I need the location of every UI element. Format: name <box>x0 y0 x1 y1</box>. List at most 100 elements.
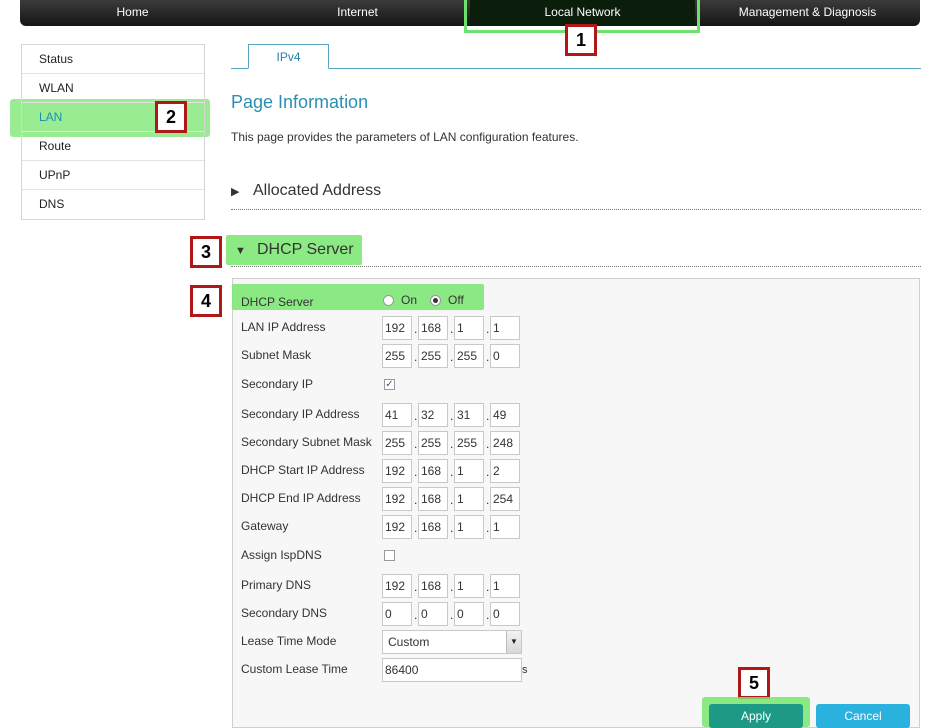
ip-octet-field[interactable]: 1 <box>454 487 484 511</box>
callout-4: 4 <box>190 285 222 317</box>
ip-octet-field[interactable]: 255 <box>454 431 484 455</box>
callout-3: 3 <box>190 236 222 268</box>
page-description: This page provides the parameters of LAN… <box>231 130 579 144</box>
callout-2: 2 <box>155 101 187 133</box>
lease-mode-label: Lease Time Mode <box>241 634 337 648</box>
ip-octet-field[interactable]: 0 <box>490 602 520 626</box>
ip-octet-field[interactable]: 2 <box>490 459 520 483</box>
primary-dns-row: Primary DNS 192. 168. 1. 1 <box>241 574 641 598</box>
ip-octet-field[interactable]: 168 <box>418 459 448 483</box>
subnet-mask-label: Subnet Mask <box>241 348 312 362</box>
dhcp-on-radio[interactable] <box>383 295 394 306</box>
secondary-mask-row: Secondary Subnet Mask 255. 255. 255. 248 <box>241 431 641 455</box>
ip-octet-field[interactable]: 1 <box>490 515 520 539</box>
ip-octet-field[interactable]: 0 <box>382 602 412 626</box>
ip-octet-field[interactable]: 192 <box>382 515 412 539</box>
lease-mode-select[interactable]: Custom ▼ <box>382 630 522 654</box>
secondary-ip-address-label: Secondary IP Address <box>241 407 360 421</box>
dhcp-start-row: DHCP Start IP Address 192. 168. 1. 2 <box>241 459 641 483</box>
section-dhcp-server[interactable]: ▼ DHCP Server <box>235 241 354 259</box>
sidebar-item-route[interactable]: Route <box>22 132 204 161</box>
ip-octet-field[interactable]: 192 <box>382 574 412 598</box>
section-dhcp-label: DHCP Server <box>257 241 354 258</box>
assign-isp-dns-label: Assign IspDNS <box>241 548 322 562</box>
lan-ip-row: LAN IP Address 192. 168. 1. 1 <box>241 316 641 340</box>
dhcp-off-label: Off <box>448 293 464 307</box>
dhcp-end-label: DHCP End IP Address <box>241 491 361 505</box>
nav-home[interactable]: Home <box>20 0 245 26</box>
nav-internet[interactable]: Internet <box>245 0 470 26</box>
ip-octet-field[interactable]: 41 <box>382 403 412 427</box>
custom-lease-row: Custom Lease Time 86400 s <box>241 658 641 682</box>
ip-octet-field[interactable]: 255 <box>418 344 448 368</box>
gateway-row: Gateway 192. 168. 1. 1 <box>241 515 641 539</box>
dhcp-end-row: DHCP End IP Address 192. 168. 1. 254 <box>241 487 641 511</box>
nav-local-network[interactable]: Local Network <box>470 0 695 26</box>
secondary-dns-label: Secondary DNS <box>241 606 328 620</box>
assign-isp-dns-row: Assign IspDNS <box>241 544 641 568</box>
ip-octet-field[interactable]: 32 <box>418 403 448 427</box>
top-navigation: Home Internet Local Network Management &… <box>20 0 920 26</box>
cancel-button[interactable]: Cancel <box>816 704 910 728</box>
lease-mode-value: Custom <box>388 635 430 649</box>
ip-octet-field[interactable]: 0 <box>418 602 448 626</box>
ip-octet-field[interactable]: 255 <box>454 344 484 368</box>
collapse-arrow-icon: ▼ <box>235 245 246 257</box>
ip-octet-field[interactable]: 1 <box>454 316 484 340</box>
lease-mode-row: Lease Time Mode Custom ▼ <box>241 630 641 654</box>
sidebar-item-wlan[interactable]: WLAN <box>22 74 204 103</box>
ip-octet-field[interactable]: 0 <box>490 344 520 368</box>
ip-octet-field[interactable]: 192 <box>382 487 412 511</box>
expand-arrow-icon: ▶ <box>231 186 240 198</box>
ip-octet-field[interactable]: 255 <box>382 344 412 368</box>
chevron-down-icon: ▼ <box>506 631 521 653</box>
ip-octet-field[interactable]: 168 <box>418 316 448 340</box>
ip-octet-field[interactable]: 192 <box>382 459 412 483</box>
ip-octet-field[interactable]: 1 <box>454 574 484 598</box>
ip-octet-field[interactable]: 192 <box>382 316 412 340</box>
ip-octet-field[interactable]: 49 <box>490 403 520 427</box>
ip-octet-field[interactable]: 255 <box>418 431 448 455</box>
ip-octet-field[interactable]: 168 <box>418 487 448 511</box>
sidebar-item-upnp[interactable]: UPnP <box>22 161 204 190</box>
lease-unit-label: s <box>522 664 528 676</box>
apply-button[interactable]: Apply <box>709 704 803 728</box>
secondary-ip-row: Secondary IP Address 41. 32. 31. 49 <box>241 403 641 427</box>
sidebar-item-status[interactable]: Status <box>22 45 204 74</box>
tab-underline <box>231 68 921 69</box>
ip-octet-field[interactable]: 168 <box>418 574 448 598</box>
ip-octet-field[interactable]: 1 <box>490 574 520 598</box>
ip-octet-field[interactable]: 1 <box>454 515 484 539</box>
ip-octet-field[interactable]: 254 <box>490 487 520 511</box>
secondary-ip-toggle-row: Secondary IP ✓ <box>241 373 641 397</box>
tab-ipv4[interactable]: IPv4 <box>248 44 329 69</box>
custom-lease-input[interactable]: 86400 <box>382 658 522 682</box>
dhcp-off-radio[interactable] <box>430 295 441 306</box>
secondary-dns-row: Secondary DNS 0. 0. 0. 0 <box>241 602 641 626</box>
section-divider <box>231 266 921 267</box>
ip-octet-field[interactable]: 248 <box>490 431 520 455</box>
section-divider <box>231 209 921 210</box>
custom-lease-label: Custom Lease Time <box>241 662 348 676</box>
dhcp-server-row: DHCP Server On Off <box>241 290 641 314</box>
callout-1: 1 <box>565 24 597 56</box>
sidebar-item-dns[interactable]: DNS <box>22 190 204 219</box>
secondary-mask-label: Secondary Subnet Mask <box>241 435 372 449</box>
nav-management-diagnosis[interactable]: Management & Diagnosis <box>695 0 920 26</box>
secondary-ip-checkbox[interactable]: ✓ <box>384 379 395 390</box>
ip-octet-field[interactable]: 168 <box>418 515 448 539</box>
primary-dns-label: Primary DNS <box>241 578 312 592</box>
ip-octet-field[interactable]: 1 <box>454 459 484 483</box>
section-allocated-address[interactable]: ▶ Allocated Address <box>231 182 381 200</box>
ip-octet-field[interactable]: 1 <box>490 316 520 340</box>
dhcp-on-label: On <box>401 293 418 307</box>
subnet-mask-row: Subnet Mask 255. 255. 255. 0 <box>241 344 641 368</box>
gateway-label: Gateway <box>241 519 289 533</box>
secondary-ip-label: Secondary IP <box>241 377 314 391</box>
dhcp-start-label: DHCP Start IP Address <box>241 463 365 477</box>
ip-octet-field[interactable]: 0 <box>454 602 484 626</box>
section-allocated-label: Allocated Address <box>253 182 382 199</box>
ip-octet-field[interactable]: 31 <box>454 403 484 427</box>
assign-isp-dns-checkbox[interactable] <box>384 550 395 561</box>
ip-octet-field[interactable]: 255 <box>382 431 412 455</box>
